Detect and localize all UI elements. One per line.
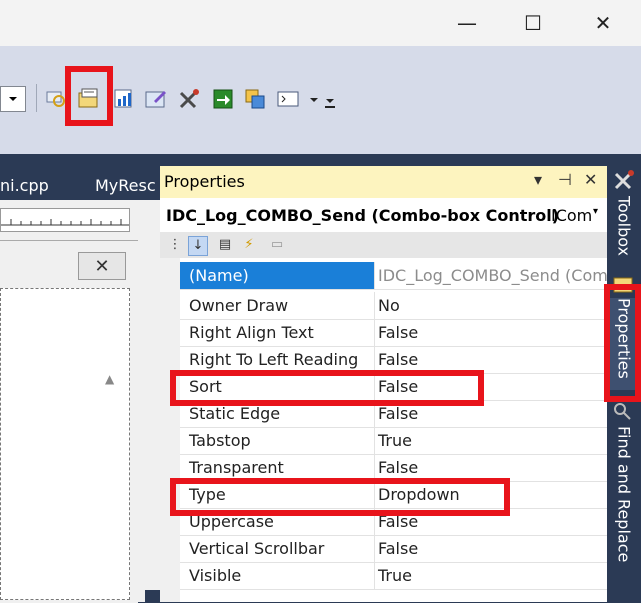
import-icon[interactable] (211, 87, 235, 111)
property-name: Tabstop (189, 431, 251, 450)
property-value: False (378, 404, 419, 423)
close-icon: ✕ (94, 255, 110, 277)
property-name: (Name) (189, 266, 249, 285)
maximize-icon: ☐ (524, 11, 542, 35)
property-name: Vertical Scrollbar (189, 539, 325, 558)
property-name: Static Edge (189, 404, 281, 423)
chevron-down-icon (9, 97, 17, 101)
properties-title-bar: Properties ▾ ⊣ ✕ (160, 166, 607, 198)
tab-cpp-file[interactable]: ni.cpp (0, 176, 49, 195)
tools-icon[interactable] (177, 87, 201, 111)
minimize-button[interactable]: — (444, 0, 490, 46)
class-view-icon[interactable] (112, 87, 136, 111)
object-selector[interactable]: IDC_Log_COMBO_Send (Combo-box Control) I… (160, 198, 607, 233)
property-name: Owner Draw (189, 296, 289, 315)
chevron-down-icon: ▾ (593, 206, 599, 217)
property-row[interactable]: Visible True (180, 562, 607, 590)
object-name: IDC_Log_COMBO_Send (Combo-box Control) (166, 206, 560, 225)
property-value: False (378, 458, 419, 477)
property-row[interactable]: Right Align Text False (180, 319, 607, 347)
categorized-icon[interactable]: ⋮ (166, 236, 184, 254)
property-value: False (378, 323, 419, 342)
property-row[interactable]: (Name) IDC_Log_COMBO_Send (Com (180, 262, 608, 290)
toolbox-tab-label: Toolbox (614, 196, 634, 256)
close-panel-icon[interactable]: ✕ (584, 170, 597, 189)
toolbox-tab[interactable]: Toolbox (607, 196, 641, 270)
toolbar-overflow-icon[interactable] (320, 87, 344, 111)
property-row[interactable]: Vertical Scrollbar False (180, 535, 607, 563)
highlight-properties-button (65, 66, 113, 126)
toolbar-dropdown[interactable] (0, 86, 26, 112)
property-row[interactable]: Owner Draw No (180, 292, 607, 320)
close-window-button[interactable]: ✕ (580, 0, 626, 46)
property-value: False (378, 539, 419, 558)
object-type: ICom (551, 206, 593, 225)
pin-icon[interactable]: ⊣ (558, 170, 572, 189)
property-value: False (378, 350, 419, 369)
editor-bottom-edge (145, 590, 160, 602)
property-value: IDC_Log_COMBO_Send (Com (378, 266, 608, 285)
dialog-close-button[interactable]: ✕ (78, 252, 126, 280)
minimize-icon: — (457, 11, 477, 35)
events-icon[interactable]: ⚡ (240, 236, 258, 254)
find-and-replace-tab-label: Find and Replace (614, 426, 634, 563)
property-value: True (378, 566, 412, 585)
grid-gutter (160, 258, 180, 602)
window-title-bar: — ☐ ✕ (0, 0, 641, 46)
close-icon: ✕ (594, 11, 612, 35)
property-pages-icon[interactable]: ▭ (268, 236, 286, 254)
toolbox-icon[interactable] (612, 168, 636, 192)
property-row[interactable]: Tabstop True (180, 427, 607, 455)
property-name: Right Align Text (189, 323, 314, 342)
scroll-up-arrow-icon[interactable]: ▲ (105, 372, 114, 386)
ruler-ticks (1, 219, 129, 226)
properties-toolbar: ⋮ ↓ ▤ ⚡ ▭ (160, 232, 607, 259)
dialog-canvas[interactable] (0, 288, 130, 600)
windows-icon[interactable] (243, 87, 267, 111)
property-name: Visible (189, 566, 242, 585)
property-name: Right To Left Reading (189, 350, 359, 369)
find-and-replace-tab[interactable]: Find and Replace (607, 426, 641, 570)
resource-edit-icon[interactable] (144, 87, 168, 111)
property-value: True (378, 431, 412, 450)
property-grid: (Name) IDC_Log_COMBO_Send (Com Owner Draw… (160, 258, 608, 602)
property-name: Transparent (189, 458, 284, 477)
property-value: No (378, 296, 400, 315)
ruler (0, 208, 130, 232)
maximize-button[interactable]: ☐ (510, 0, 556, 46)
alphabetical-icon[interactable]: ↓ (188, 236, 208, 256)
highlight-sort-row (170, 370, 484, 406)
properties-view-icon[interactable]: ▤ (216, 236, 234, 254)
highlight-properties-tab (604, 284, 641, 402)
toolbar-separator (36, 84, 37, 112)
command-window-icon[interactable] (276, 87, 300, 111)
properties-title: Properties (164, 172, 245, 191)
tab-resource-file[interactable]: MyResc (95, 176, 156, 195)
highlight-type-row (170, 478, 510, 516)
window-position-dropdown-icon[interactable]: ▾ (534, 170, 542, 189)
find-tab-icon (614, 403, 631, 420)
